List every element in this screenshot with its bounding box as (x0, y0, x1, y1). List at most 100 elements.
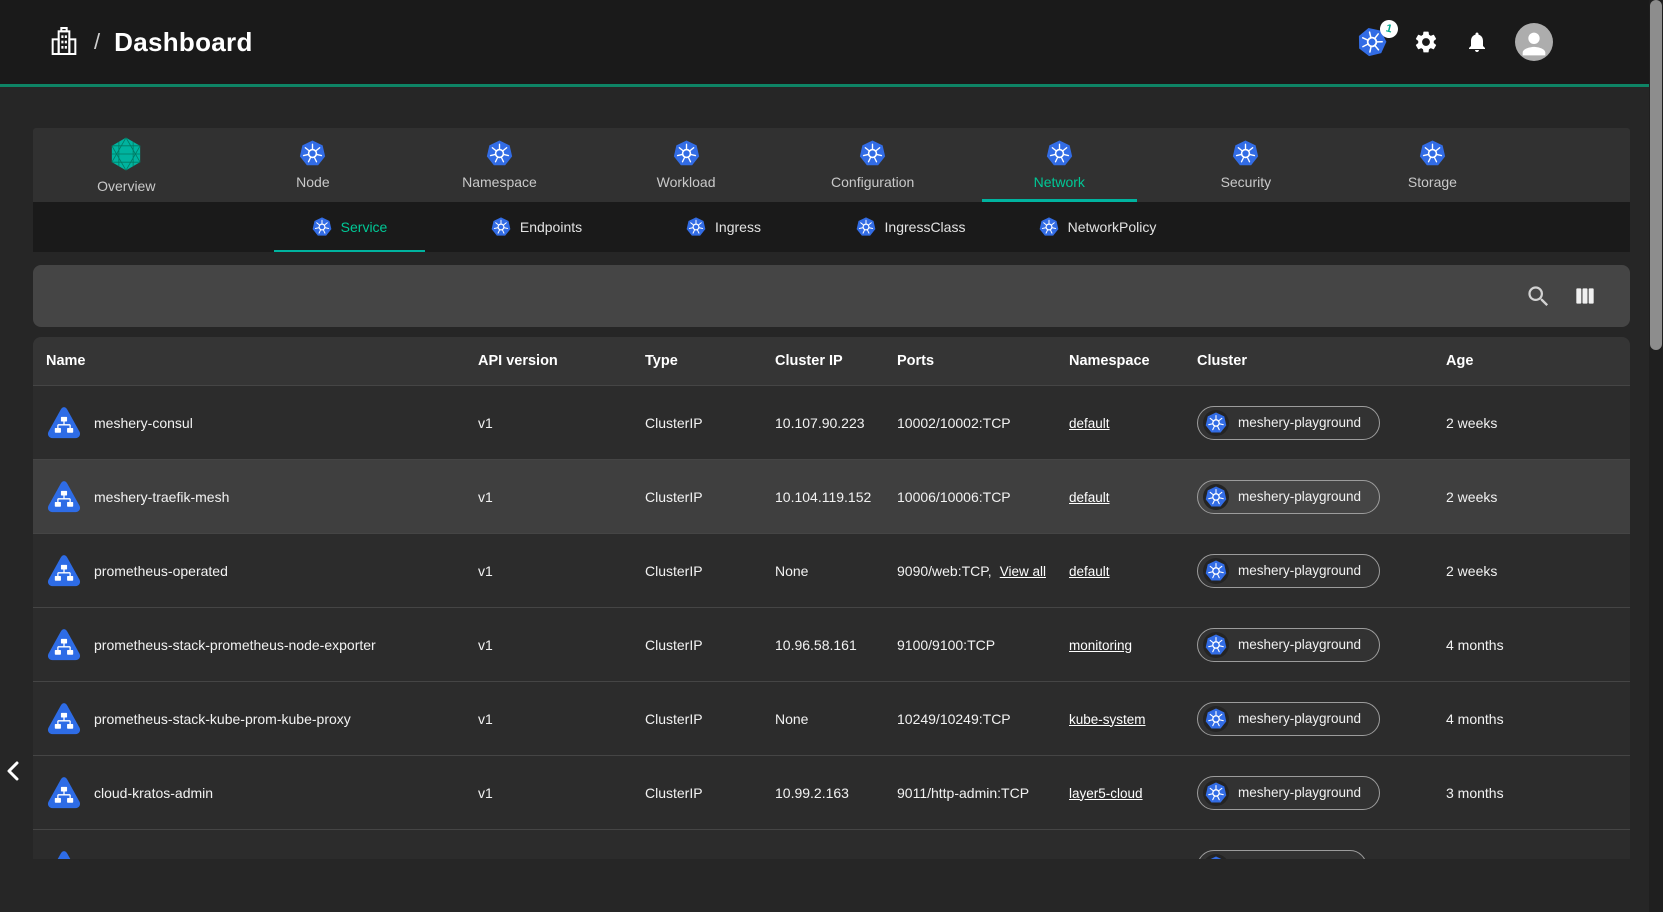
kubernetes-icon (686, 217, 706, 237)
tab-network[interactable]: Network (966, 128, 1153, 202)
namespace-link[interactable]: layer5-cloud (1069, 786, 1143, 801)
column-header-cluster-ip[interactable]: Cluster IP (762, 353, 884, 369)
tab-label: Storage (1408, 174, 1457, 190)
search-button[interactable] (1525, 283, 1552, 310)
age: 4 months (1433, 637, 1630, 653)
kubernetes-icon (312, 217, 332, 237)
ports: 9090/web:TCP, (897, 563, 992, 579)
subtab-label: NetworkPolicy (1068, 219, 1157, 235)
service-type: ClusterIP (632, 785, 762, 801)
cluster-chip[interactable]: meshery-playground (1197, 480, 1380, 514)
drawer-collapse-button[interactable] (2, 748, 28, 792)
subtab-endpoints[interactable]: Endpoints (443, 202, 630, 252)
table-header-row: Name API version Type Cluster IP Ports N… (33, 337, 1630, 385)
table-row[interactable]: prometheus-stack-prometheus-node-exporte… (33, 607, 1630, 681)
table-row[interactable]: cloud-kratos-admin v1 ClusterIP 10.99.2.… (33, 755, 1630, 829)
service-type: ClusterIP (632, 711, 762, 727)
namespace-link[interactable]: default (1069, 490, 1110, 505)
service-name: prometheus-stack-kube-prom-kube-proxy (94, 711, 351, 727)
tab-configuration[interactable]: Configuration (779, 128, 966, 202)
namespace-link[interactable]: default (1069, 416, 1110, 431)
namespace-link[interactable]: default (1069, 564, 1110, 579)
age: 2 weeks (1433, 563, 1630, 579)
organization-building-icon[interactable] (48, 25, 80, 59)
service-name: prometheus-stack-prometheus-node-exporte… (94, 637, 376, 653)
tab-storage[interactable]: Storage (1339, 128, 1526, 202)
column-header-ports[interactable]: Ports (884, 353, 1056, 369)
table-row[interactable]: prometheus-stack-kube-prom-kube-proxy v1… (33, 681, 1630, 755)
notifications-button[interactable] (1465, 30, 1489, 54)
scrollbar-thumb[interactable] (1650, 0, 1662, 350)
service-icon (46, 627, 82, 663)
bell-icon (1465, 30, 1489, 54)
service-type: ClusterIP (632, 489, 762, 505)
column-header-name[interactable]: Name (33, 353, 465, 369)
api-version: v1 (465, 415, 632, 431)
ports: 10249/10249:TCP (897, 711, 1011, 727)
kubernetes-icon (1203, 632, 1229, 658)
cluster-chip[interactable]: meshery-playground (1197, 628, 1380, 662)
table-row[interactable]: meshery-traefik-mesh v1 ClusterIP 10.104… (33, 459, 1630, 533)
kubernetes-icon (1203, 410, 1229, 436)
tab-namespace[interactable]: Namespace (406, 128, 593, 202)
tab-node[interactable]: Node (220, 128, 407, 202)
column-header-namespace[interactable]: Namespace (1056, 353, 1184, 369)
tab-label: Workload (657, 174, 716, 190)
cluster-chip[interactable]: meshery-playground (1197, 702, 1380, 736)
service-icon (46, 849, 82, 860)
subtab-service[interactable]: Service (256, 202, 443, 252)
namespace-link[interactable]: monitoring (1069, 638, 1132, 653)
view-all-link[interactable]: View all (1000, 564, 1046, 579)
subtab-networkpolicy[interactable]: NetworkPolicy (1004, 202, 1191, 252)
namespace-link[interactable]: kube-system (1069, 712, 1146, 727)
column-header-cluster[interactable]: Cluster (1184, 353, 1433, 369)
subtab-label: Endpoints (520, 219, 582, 235)
kubernetes-icon (1203, 780, 1229, 806)
column-header-age[interactable]: Age (1433, 353, 1630, 369)
tab-security[interactable]: Security (1153, 128, 1340, 202)
kubernetes-icon (673, 140, 700, 167)
tab-label: Configuration (831, 174, 914, 190)
table-row[interactable]: prometheus-operated v1 ClusterIP None 90… (33, 533, 1630, 607)
view-columns-button[interactable] (1572, 283, 1598, 309)
cluster-name: meshery-playground (1238, 415, 1361, 430)
ports: 10002/10002:TCP (897, 415, 1011, 431)
service-name: prometheus-operated (94, 563, 228, 579)
cluster-chip[interactable]: meshery-playground (1197, 554, 1380, 588)
service-icon (46, 701, 82, 737)
subtab-label: IngressClass (885, 219, 966, 235)
tab-overview[interactable]: Overview (33, 128, 220, 202)
column-header-type[interactable]: Type (632, 353, 762, 369)
table-row[interactable]: meshery (33, 829, 1630, 859)
tab-label: Namespace (462, 174, 537, 190)
user-avatar[interactable] (1515, 23, 1553, 61)
main-content: Overview Node Namespace Workload Configu… (0, 87, 1663, 859)
kubernetes-context-button[interactable]: 1 (1357, 27, 1387, 57)
cluster-chip[interactable]: meshery-playground (1197, 776, 1380, 810)
ports: 9011/http-admin:TCP (897, 785, 1029, 801)
resource-tabs: Overview Node Namespace Workload Configu… (33, 128, 1630, 202)
settings-button[interactable] (1413, 29, 1439, 55)
cluster-chip[interactable]: meshery-playground (1197, 406, 1380, 440)
age: 2 weeks (1433, 415, 1630, 431)
age: 2 weeks (1433, 489, 1630, 505)
page-title: Dashboard (114, 27, 253, 58)
api-version: v1 (465, 637, 632, 653)
subtab-ingressclass[interactable]: IngressClass (817, 202, 1004, 252)
cluster-name: meshery-playground (1238, 563, 1361, 578)
kubernetes-icon (1232, 140, 1259, 167)
cluster-ip: None (762, 711, 884, 727)
service-icon (46, 553, 82, 589)
cluster-ip: 10.104.119.152 (762, 489, 884, 505)
cluster-chip[interactable] (1197, 850, 1367, 860)
column-header-api-version[interactable]: API version (465, 353, 632, 369)
network-subtabs: Service Endpoints Ingress IngressClass N… (33, 202, 1630, 252)
kubernetes-icon (299, 140, 326, 167)
table-row[interactable]: meshery-consul v1 ClusterIP 10.107.90.22… (33, 385, 1630, 459)
vertical-scrollbar[interactable] (1649, 0, 1663, 912)
tab-workload[interactable]: Workload (593, 128, 780, 202)
kubernetes-icon (491, 217, 511, 237)
subtab-ingress[interactable]: Ingress (630, 202, 817, 252)
cluster-name: meshery-playground (1238, 785, 1361, 800)
columns-icon (1572, 283, 1598, 309)
